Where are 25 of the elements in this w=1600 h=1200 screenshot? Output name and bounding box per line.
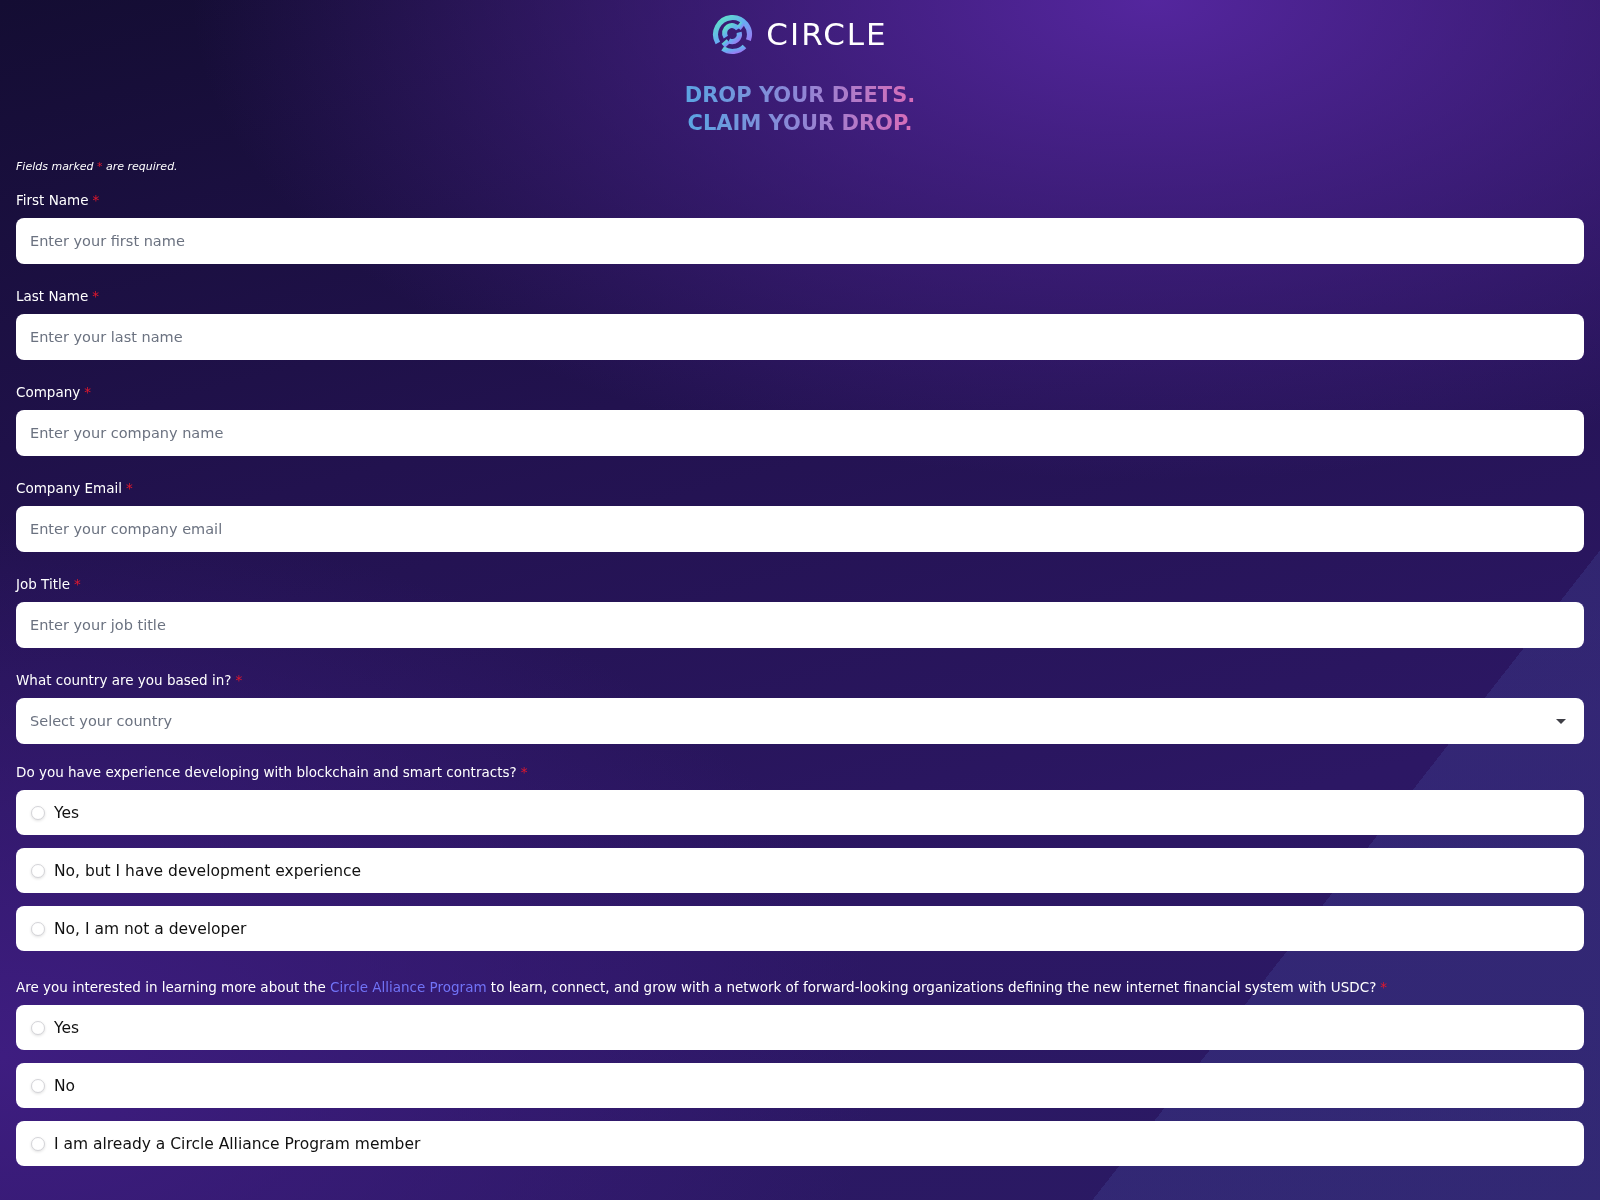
radio-option[interactable]: I am already a Circle Alliance Program member bbox=[16, 1121, 1584, 1166]
field-label: First Name * bbox=[16, 191, 100, 209]
radio-option[interactable]: No, but I have development experience bbox=[16, 848, 1584, 893]
field-label: Last Name * bbox=[16, 287, 99, 305]
required-fields-note: Fields marked * are required. bbox=[16, 160, 178, 173]
text-input[interactable]: Enter your company email bbox=[16, 506, 1584, 552]
radio-option[interactable]: Yes bbox=[16, 1005, 1584, 1050]
field-label: Company * bbox=[16, 383, 91, 401]
radio-option[interactable]: No bbox=[16, 1063, 1584, 1108]
radio-option[interactable]: No, I am not a developer bbox=[16, 906, 1584, 951]
question-text: Are you interested in learning more about the Circle Alliance Program to learn, connect, and grow with a network of forward-looking organizations defining the new internet financial system with USDC? * bbox=[16, 978, 1389, 996]
field-label: Company Email * bbox=[16, 479, 133, 497]
text-input[interactable]: Enter your first name bbox=[16, 218, 1584, 264]
ring-logo-icon bbox=[712, 14, 754, 55]
program-link[interactable]: Circle Alliance Program bbox=[330, 979, 487, 995]
text-input[interactable]: Enter your job title bbox=[16, 602, 1584, 648]
field-label: Job Title * bbox=[16, 575, 81, 593]
text-input[interactable]: Enter your last name bbox=[16, 314, 1584, 360]
text-input[interactable]: Enter your company name bbox=[16, 410, 1584, 456]
country-select[interactable]: Select your country bbox=[16, 698, 1584, 744]
wordmark: CIRCLE bbox=[766, 15, 888, 54]
field-label: What country are you based in? * bbox=[16, 671, 243, 689]
radio-option[interactable]: Yes bbox=[16, 790, 1584, 835]
question-text: Do you have experience developing with blockchain and smart contracts? * bbox=[16, 763, 529, 781]
caret-down-icon bbox=[1556, 718, 1566, 724]
